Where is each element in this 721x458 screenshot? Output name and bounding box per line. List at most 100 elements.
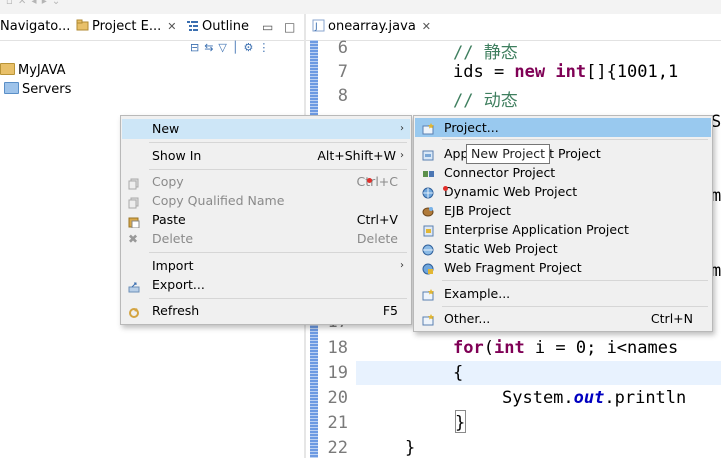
menu-item-label: Export...: [152, 277, 205, 292]
tree-item-label: Servers: [22, 82, 72, 97]
menu-item-import[interactable]: Import ›: [122, 256, 410, 276]
submenu-item-label: Connector Project: [444, 165, 556, 180]
view-toolbar-icons[interactable]: ⊟⇆▽│⚙⋮: [190, 41, 302, 57]
menu-item-label: Refresh: [152, 303, 200, 318]
menu-item-accelerator: Ctrl+C: [356, 174, 398, 189]
tab-outline-label: Outline: [202, 19, 250, 34]
code-line[interactable]: // 动态: [453, 86, 518, 111]
tree-item-label: MyJAVA: [18, 63, 66, 78]
line-number: 6: [337, 38, 348, 58]
svg-text:J: J: [314, 22, 318, 32]
submenu-item-project[interactable]: Project...: [415, 118, 711, 137]
line-number: 8: [337, 86, 348, 106]
export-icon: [128, 279, 140, 293]
menu-item-label: Paste: [152, 212, 186, 227]
menu-item-copy-qualified-name[interactable]: Copy Qualified Name: [122, 191, 410, 211]
editor-tabs: J onearray.java ✕: [306, 14, 721, 41]
submenu-item-enterprise-application-project[interactable]: Enterprise Application Project: [415, 220, 711, 239]
refresh-icon: [128, 305, 140, 318]
outline-icon: [186, 16, 199, 31]
web-globe-icon: [422, 185, 435, 199]
submenu-item-label: Static Web Project: [444, 241, 558, 256]
menu-item-accelerator: Alt+Shift+W: [317, 148, 396, 163]
submenu-item-application-client-project[interactable]: Application Client Project: [415, 144, 711, 163]
submenu-item-label: Dynamic Web Project: [444, 184, 578, 199]
menu-item-export[interactable]: Export...: [122, 275, 410, 295]
application-client-icon: [422, 147, 435, 161]
menu-item-refresh[interactable]: Refresh F5: [122, 301, 410, 321]
submenu-arrow-icon: ›: [400, 150, 404, 161]
code-line[interactable]: for(int i = 0; i<names: [453, 338, 678, 358]
menu-item-label: Import: [152, 258, 194, 273]
static-web-icon: [422, 242, 435, 256]
code-line[interactable]: System.out.println: [502, 388, 686, 408]
top-toolbar-strip: ▫ ✕ ◂ ▸ ⌄: [0, 0, 721, 14]
menu-item-new[interactable]: New ›: [122, 119, 410, 139]
menu-item-show-in[interactable]: Show In Alt+Shift+W ›: [122, 146, 410, 166]
left-view-tabs: Navigato... Project E... ✕ Outline ▭ □: [0, 14, 304, 41]
line-number: 21: [327, 413, 348, 433]
new-submenu: Project... Application Client Project Co…: [413, 115, 713, 332]
menu-item-label: Copy: [152, 174, 184, 189]
web-fragment-icon: [422, 261, 435, 275]
code-line[interactable]: ids = new int[]{1001,1: [453, 62, 678, 82]
delete-icon: ✖: [128, 232, 139, 246]
menu-separator: [149, 169, 407, 170]
code-line[interactable]: }: [405, 438, 415, 458]
tree-item-servers[interactable]: Servers: [4, 81, 71, 99]
tab-outline[interactable]: Outline: [186, 14, 249, 40]
current-line-highlight: [356, 361, 721, 385]
submenu-item-web-fragment-project[interactable]: Web Fragment Project: [415, 258, 711, 277]
submenu-item-dynamic-web-project[interactable]: Dynamic Web Project: [415, 182, 711, 201]
menu-separator: [149, 298, 407, 299]
menu-item-label: New: [152, 121, 180, 136]
submenu-item-label: Example...: [444, 286, 511, 301]
menu-item-delete[interactable]: ✖ Delete Delete: [122, 229, 410, 249]
line-number: 22: [327, 438, 348, 458]
other-wizard-icon: [422, 312, 435, 326]
menu-separator: [149, 252, 407, 253]
submenu-item-label: Enterprise Application Project: [444, 222, 629, 237]
submenu-item-label: EJB Project: [444, 203, 511, 218]
menu-separator: [442, 306, 708, 307]
menu-item-accelerator: F5: [382, 303, 398, 318]
connector-icon: [422, 166, 435, 178]
submenu-item-connector-project[interactable]: Connector Project: [415, 163, 711, 182]
line-number: 18: [327, 338, 348, 358]
code-line[interactable]: {: [453, 363, 463, 383]
example-icon: [422, 287, 435, 301]
tab-navigator[interactable]: Navigato...: [0, 14, 70, 40]
ejb-bean-icon: [422, 204, 435, 217]
tab-project-explorer[interactable]: Project E... ✕: [76, 14, 176, 40]
java-project-icon: [0, 63, 15, 75]
close-icon[interactable]: ✕: [167, 20, 176, 33]
submenu-item-accelerator: Ctrl+N: [650, 311, 693, 326]
menu-item-label: Delete: [152, 231, 194, 246]
folder-icon: [4, 82, 19, 94]
submenu-item-label: Project...: [444, 120, 499, 135]
tree-item-myjava[interactable]: MyJAVA: [0, 62, 66, 80]
submenu-item-example[interactable]: Example...: [415, 284, 711, 303]
menu-separator: [442, 280, 708, 281]
submenu-item-static-web-project[interactable]: Static Web Project: [415, 239, 711, 258]
paste-icon: [128, 214, 140, 229]
menu-item-label: Show In: [152, 148, 202, 163]
tab-onearray-java[interactable]: J onearray.java ✕: [312, 14, 431, 40]
menu-item-paste[interactable]: Paste Ctrl+V: [122, 210, 410, 230]
line-number: 19: [327, 363, 348, 383]
menu-separator: [149, 142, 407, 143]
copy-icon: [128, 176, 140, 190]
submenu-item-other[interactable]: Other... Ctrl+N: [415, 309, 711, 328]
cursor-marker-dot: [443, 186, 448, 191]
submenu-arrow-icon: ›: [400, 123, 404, 134]
minimize-icon[interactable]: ▭: [262, 14, 273, 40]
submenu-arrow-icon: ›: [400, 260, 404, 271]
close-icon[interactable]: ✕: [422, 20, 431, 33]
tab-project-explorer-label: Project E...: [92, 19, 162, 34]
submenu-item-ejb-project[interactable]: EJB Project: [415, 201, 711, 220]
line-number: 7: [337, 62, 348, 82]
cursor-marker-dot: [367, 178, 372, 183]
tab-navigator-label: Navigato...: [0, 19, 71, 34]
code-line[interactable]: // 静态: [453, 38, 518, 63]
maximize-icon[interactable]: □: [284, 14, 295, 40]
